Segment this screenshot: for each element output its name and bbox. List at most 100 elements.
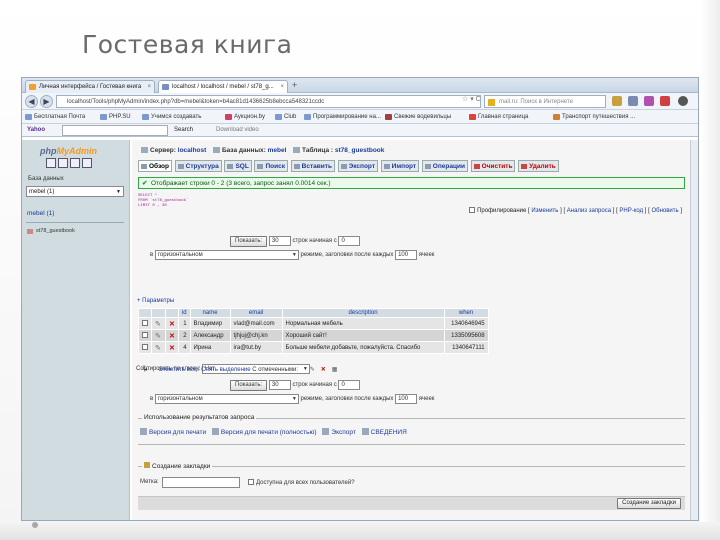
tab-sql[interactable]: SQL: [224, 160, 252, 172]
column-header-name[interactable]: name: [189, 308, 231, 318]
menu-icon[interactable]: [678, 96, 688, 106]
table-crumb-link[interactable]: st78_guestbook: [335, 147, 385, 154]
bookmark-item[interactable]: Транспорт путешествия ...: [553, 111, 635, 123]
bookmark-label: Главная страница: [478, 114, 529, 120]
create-view-link[interactable]: СВЕДЕНИЯ: [371, 429, 407, 436]
bookmark-item[interactable]: Сlub: [275, 111, 296, 123]
headers-input[interactable]: 100: [395, 394, 418, 404]
query-results-fieldset: Использование результатов запроса: [138, 414, 685, 421]
column-header-description[interactable]: description: [281, 308, 445, 318]
forward-icon[interactable]: ▶: [40, 95, 53, 108]
delete-icon[interactable]: ✕: [169, 345, 175, 352]
search-icon[interactable]: [612, 96, 622, 106]
bookmark-label-input[interactable]: [162, 477, 240, 488]
tab-export[interactable]: Экспорт: [337, 160, 378, 172]
page-favicon-icon: [29, 84, 36, 90]
db-select[interactable]: mebel (1) ▼: [26, 186, 124, 197]
addon-s-icon[interactable]: [660, 96, 670, 106]
column-header-when[interactable]: when: [443, 308, 489, 318]
pencil-icon[interactable]: ✎: [310, 367, 315, 373]
phpmyadmin-logo[interactable]: phpMyAdmin: [40, 146, 97, 156]
refresh-link[interactable]: Обновить: [651, 208, 678, 214]
php-code-link[interactable]: PHP-код: [619, 208, 643, 214]
docs-icon[interactable]: [70, 158, 80, 168]
delete-icon[interactable]: ✕: [169, 333, 175, 340]
tab-drop[interactable]: Удалить: [518, 160, 559, 172]
bookmark-label: Метка:: [140, 479, 159, 485]
table-row: ✎ ✕ 4 Ирина ira@tut.by Больше мебели доб…: [138, 341, 489, 354]
db-link[interactable]: mebel (1): [27, 210, 54, 217]
browser-tab-guestbook[interactable]: Личная интерфейса / Гостевая книга ×: [25, 80, 155, 93]
profiling-checkbox[interactable]: [469, 207, 476, 213]
bulk-actions: ✎ ✕ ▦: [310, 367, 338, 373]
addon-icon[interactable]: [644, 96, 654, 106]
search-input[interactable]: mail.ru: Поиск в Интернете: [484, 95, 606, 108]
close-icon[interactable]: ×: [280, 81, 284, 93]
print-full-link[interactable]: Версия для печати (полностью): [221, 429, 317, 436]
column-header-id[interactable]: id: [177, 308, 191, 318]
show-button[interactable]: Показать:: [230, 380, 268, 391]
home-icon[interactable]: [46, 158, 56, 168]
tab-structure[interactable]: Структура: [174, 160, 222, 172]
display-mode-select[interactable]: горизонтальном ▼: [154, 394, 299, 404]
options-toggle[interactable]: + Параметры: [137, 298, 174, 304]
start-input[interactable]: 0: [338, 380, 361, 390]
bookmark-public-checkbox[interactable]: [248, 479, 254, 485]
pencil-icon[interactable]: ✎: [155, 333, 161, 340]
back-icon[interactable]: ◀: [25, 95, 38, 108]
display-mode-select[interactable]: горизонтальном ▼: [154, 250, 299, 260]
rows-input[interactable]: 30: [268, 380, 291, 390]
browser-tab-phpmyadmin[interactable]: localhost / localhost / mebel / st78_g..…: [158, 80, 288, 93]
delete-icon[interactable]: ✕: [169, 321, 175, 328]
print-link[interactable]: Версия для печати: [149, 429, 206, 436]
close-icon[interactable]: ×: [147, 81, 151, 93]
server-link[interactable]: localhost: [178, 147, 207, 154]
edit-query-link[interactable]: Изменить: [531, 208, 558, 214]
tab-label: Импорт: [391, 163, 417, 170]
edit-cell: ✎: [151, 329, 166, 342]
pencil-icon[interactable]: ✎: [155, 345, 161, 352]
db-crumb-link[interactable]: mebel: [268, 147, 287, 154]
vertical-scrollbar[interactable]: [690, 140, 698, 520]
table-link-label: st78_guestbook: [36, 228, 75, 234]
export-link[interactable]: Экспорт: [331, 429, 355, 436]
bookmark-item[interactable]: Свежие водевильцы: [385, 111, 451, 123]
tab-operations[interactable]: Операции: [421, 160, 468, 172]
bookmark-item[interactable]: Аукцион.by: [225, 111, 265, 123]
export-icon[interactable]: ▦: [332, 367, 338, 373]
bookmark-item[interactable]: Главная страница: [469, 111, 528, 123]
show-button[interactable]: Показать:: [230, 236, 268, 247]
row-checkbox[interactable]: [142, 319, 148, 326]
bookmark-item[interactable]: PHP.SU: [100, 111, 131, 123]
bookmark-item[interactable]: Бесплатная Почта: [25, 111, 85, 123]
row-checkbox[interactable]: [142, 331, 148, 338]
sql-window-icon[interactable]: [58, 158, 68, 168]
headers-input[interactable]: 100: [395, 250, 418, 260]
tab-browse[interactable]: Обзор: [138, 160, 172, 172]
reload-icon[interactable]: ☆ ▾ C: [462, 95, 481, 103]
new-tab-icon[interactable]: +: [292, 80, 297, 90]
help-icon[interactable]: [82, 158, 92, 168]
url-input[interactable]: localhost/Tools/phpMyAdmin/index.php?db=…: [56, 95, 481, 108]
explain-link[interactable]: Анализ запроса: [567, 208, 611, 214]
bookmark-item[interactable]: Учимся создавать: [142, 111, 201, 123]
download-video-button[interactable]: Download video: [207, 125, 259, 136]
row-checkbox[interactable]: [142, 343, 148, 350]
tab-insert[interactable]: Вставить: [290, 160, 335, 172]
table-link[interactable]: st78_guestbook: [27, 228, 75, 234]
yahoo-search-input[interactable]: [62, 125, 168, 136]
rows-input[interactable]: 30: [268, 236, 291, 246]
tab-empty[interactable]: Очистить: [470, 160, 516, 172]
check-all-link[interactable]: Отметить все: [158, 367, 196, 373]
create-bookmark-button[interactable]: Создание закладки: [617, 498, 681, 509]
tab-import[interactable]: Импорт: [380, 160, 420, 172]
home-icon[interactable]: [628, 96, 638, 106]
column-header-email[interactable]: email: [229, 308, 283, 318]
bookmark-item[interactable]: Программирование на...: [304, 111, 381, 123]
tab-search[interactable]: Поиск: [254, 160, 288, 172]
uncheck-all-link[interactable]: Снять выделение: [201, 367, 250, 373]
start-input[interactable]: 0: [338, 236, 361, 246]
pencil-icon[interactable]: ✎: [155, 321, 161, 328]
yahoo-search-button[interactable]: Search: [174, 125, 193, 136]
delete-icon[interactable]: ✕: [321, 367, 326, 373]
